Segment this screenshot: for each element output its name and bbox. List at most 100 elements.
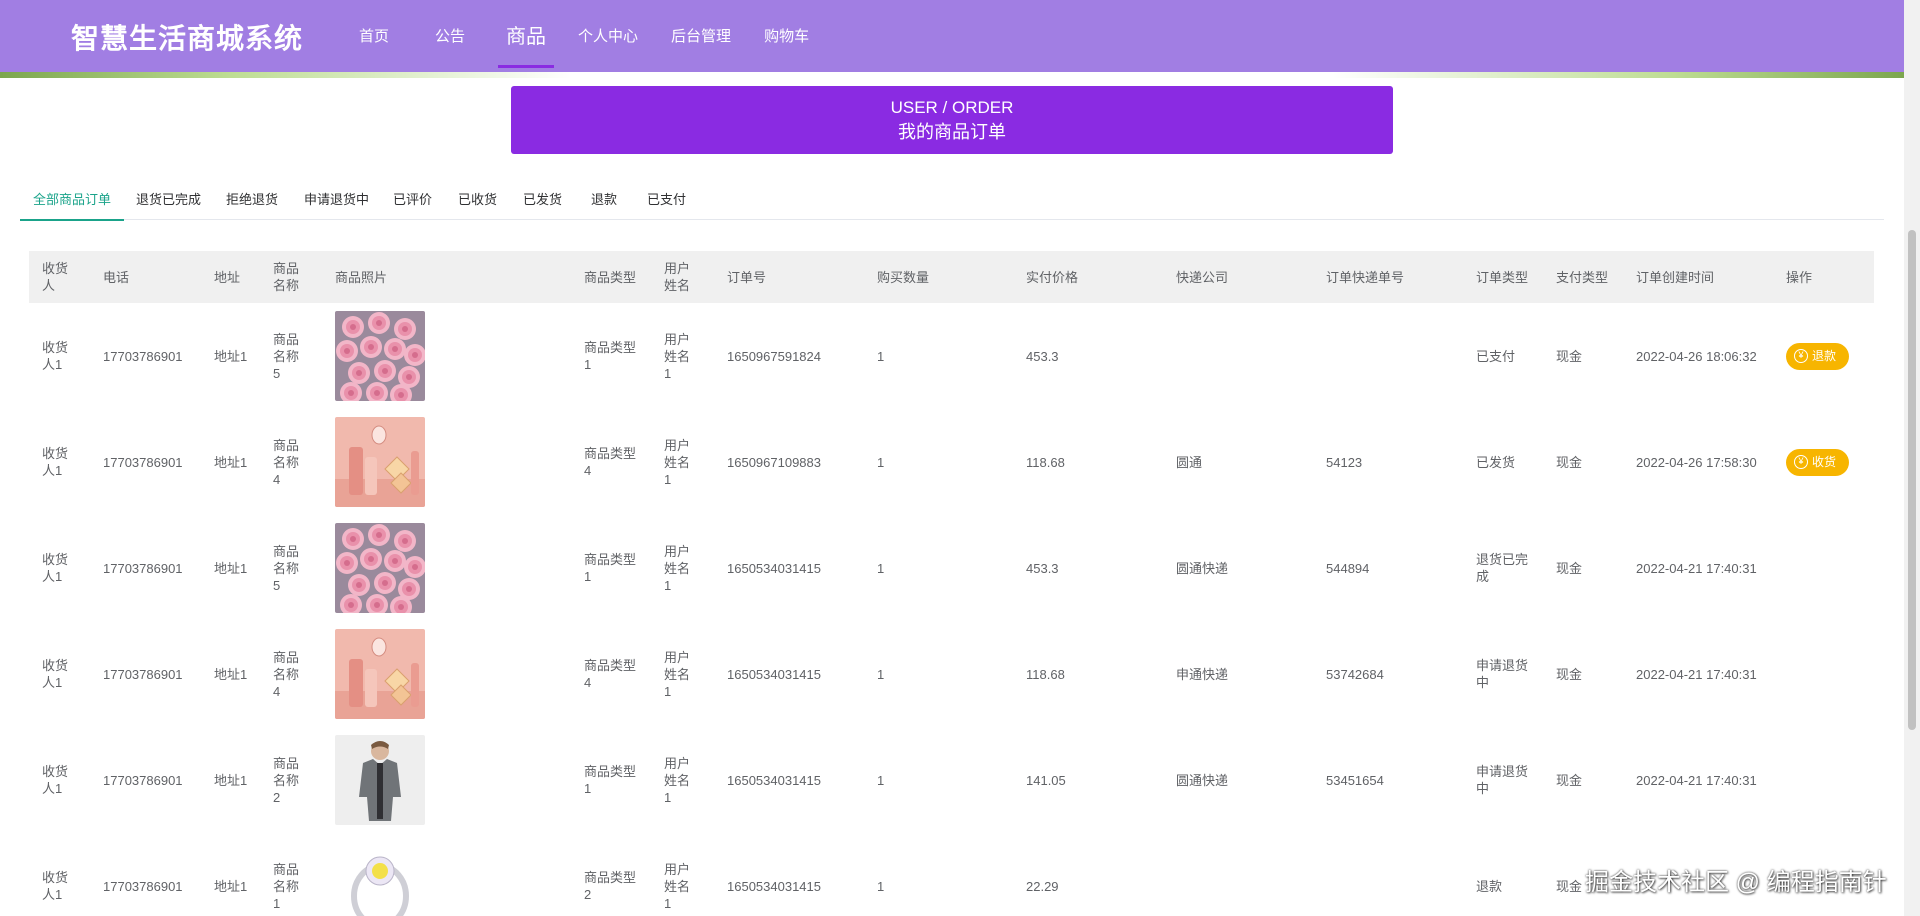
courier-text: 圆通快递 (1176, 772, 1229, 788)
nav-personal-center[interactable]: 个人中心 (578, 0, 638, 72)
tracking-number-text: 54123 (1326, 454, 1363, 470)
user-name-text: 用户姓名1 (664, 437, 691, 487)
phone-text: 17703786901 (103, 878, 183, 894)
cell-phone: 17703786901 (103, 621, 203, 727)
address-text: 地址1 (214, 454, 248, 470)
scrollbar-thumb[interactable] (1908, 230, 1916, 730)
created-time-text: 2022-04-21 17:40:31 (1636, 666, 1757, 682)
consignee-text: 收货人1 (42, 658, 69, 690)
cell-order-number: 1650534031415 (727, 515, 857, 621)
courier-text: 圆通快递 (1176, 560, 1229, 576)
cell-user-name: 用户姓名1 (664, 515, 694, 621)
col-header-payment-type: 支付类型 (1556, 269, 1609, 285)
cell-created-time: 2022-04-21 17:40:31 (1636, 727, 1786, 833)
order-type-text: 已发货 (1476, 454, 1516, 470)
vertical-scrollbar[interactable] (1904, 0, 1920, 916)
quantity-text: 1 (877, 560, 885, 576)
table-body: 收货人1 17703786901 地址1 商品名称5 商品类型1 用户姓名1 1650967… (29, 303, 1874, 916)
courier-text: 圆通 (1176, 454, 1203, 470)
cell-courier: 申通快递 (1176, 621, 1276, 727)
cell-payment-type: 现金 (1556, 833, 1626, 916)
cell-product-name: 商品名称4 (273, 621, 303, 727)
paid-price-text: 141.05 (1026, 772, 1066, 788)
product-thumbnail[interactable] (335, 629, 425, 719)
refund-button[interactable]: ¥ 退款 (1786, 342, 1850, 370)
cell-product-name: 商品名称5 (273, 515, 303, 621)
tab-refund[interactable]: 退款 (591, 176, 617, 220)
product-thumbnail[interactable] (335, 735, 425, 825)
cell-address: 地址1 (214, 833, 264, 916)
cell-product-type: 商品类型2 (584, 833, 642, 916)
cell-paid-price: 453.3 (1026, 515, 1126, 621)
order-type-text: 已支付 (1476, 348, 1516, 364)
yen-icon: ¥ (1794, 455, 1808, 469)
col-header-user-name: 用户姓名 (664, 261, 691, 293)
tab-return-completed[interactable]: 退货已完成 (136, 176, 201, 220)
product-thumbnail[interactable] (335, 523, 425, 613)
cell-product-type: 商品类型1 (584, 515, 642, 621)
table-row: 收货人1 17703786901 地址1 商品名称5 商品类型1 用户姓名1 1650534… (29, 515, 1874, 621)
col-header-product-type: 商品类型 (584, 269, 637, 285)
cell-quantity: 1 (877, 833, 977, 916)
cell-product-type: 商品类型1 (584, 727, 642, 833)
order-number-text: 1650534031415 (727, 666, 821, 682)
tab-paid[interactable]: 已支付 (647, 176, 686, 220)
cell-order-type: 已支付 (1476, 303, 1534, 409)
user-name-text: 用户姓名1 (664, 543, 691, 593)
address-text: 地址1 (214, 560, 248, 576)
main-nav: 首页 公告 商品 个人中心 后台管理 购物车 (340, 0, 809, 72)
order-number-text: 1650534031415 (727, 772, 821, 788)
product-thumbnail[interactable] (335, 417, 425, 507)
col-header-address: 地址 (214, 269, 241, 285)
created-time-text: 2022-04-21 17:40:31 (1636, 772, 1757, 788)
quantity-text: 1 (877, 666, 885, 682)
order-type-text: 退款 (1476, 878, 1503, 894)
product-thumbnail[interactable] (335, 841, 425, 916)
action-button-label: 退款 (1812, 348, 1837, 363)
address-text: 地址1 (214, 772, 248, 788)
cell-created-time: 2022-04-21 17:40:31 (1636, 515, 1786, 621)
cell-order-type: 退款 (1476, 833, 1534, 916)
nav-admin[interactable]: 后台管理 (671, 0, 731, 72)
confirm-receipt-button[interactable]: ¥ 收货 (1786, 448, 1850, 476)
created-time-text: 2022-04-21 17:40:31 (1636, 560, 1757, 576)
cell-consignee: 收货人1 (42, 727, 76, 833)
nav-home[interactable]: 首页 (359, 0, 389, 72)
nav-products[interactable]: 商品 (498, 0, 555, 72)
user-name-text: 用户姓名1 (664, 755, 691, 805)
tab-reviewed[interactable]: 已评价 (393, 176, 432, 220)
cell-phone: 17703786901 (103, 303, 203, 409)
nav-announcements[interactable]: 公告 (435, 0, 465, 72)
banner-subtitle: USER / ORDER (890, 98, 1014, 117)
cell-payment-type: 现金 (1556, 409, 1626, 515)
tab-shipped[interactable]: 已发货 (523, 176, 562, 220)
quantity-text: 1 (877, 348, 885, 364)
cell-product-type: 商品类型4 (584, 409, 642, 515)
address-text: 地址1 (214, 878, 248, 894)
col-header-order-number: 订单号 (727, 269, 767, 285)
cell-created-time: 2022-04-26 17:58:30 (1636, 409, 1786, 515)
cell-actions: ¥ 收货 (1786, 409, 1871, 515)
cell-product-photo (335, 515, 535, 621)
product-name-text: 商品名称2 (273, 755, 300, 805)
cell-actions (1786, 621, 1871, 727)
paid-price-text: 22.29 (1026, 878, 1059, 894)
cell-tracking-number: 53451654 (1326, 727, 1436, 833)
order-number-text: 1650534031415 (727, 878, 821, 894)
phone-text: 17703786901 (103, 454, 183, 470)
tab-all-orders[interactable]: 全部商品订单 (19, 176, 125, 221)
address-text: 地址1 (214, 348, 248, 364)
phone-text: 17703786901 (103, 560, 183, 576)
tab-return-rejected[interactable]: 拒绝退货 (226, 176, 278, 220)
cell-courier (1176, 833, 1276, 916)
cell-phone: 17703786901 (103, 833, 203, 916)
tab-received[interactable]: 已收货 (458, 176, 497, 220)
action-button-label: 收货 (1812, 454, 1837, 469)
tracking-number-text: 544894 (1326, 560, 1370, 576)
page-title: 我的商品订单 (898, 122, 1006, 142)
payment-type-text: 现金 (1556, 772, 1583, 788)
nav-cart[interactable]: 购物车 (764, 0, 809, 72)
col-header-courier: 快递公司 (1176, 269, 1229, 285)
product-thumbnail[interactable] (335, 311, 425, 401)
tab-return-pending[interactable]: 申请退货中 (304, 176, 369, 220)
